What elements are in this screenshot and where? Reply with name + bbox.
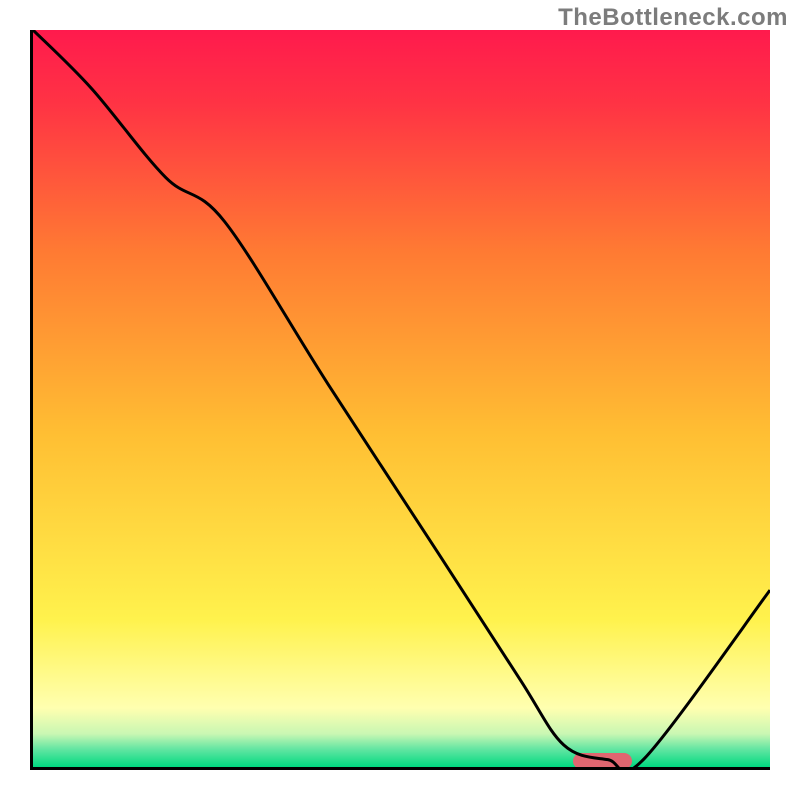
chart-container: TheBottleneck.com: [0, 0, 800, 800]
bottleneck-curve-path: [33, 30, 770, 767]
plot-area: [30, 30, 770, 770]
curve-layer: [33, 30, 770, 767]
watermark-text: TheBottleneck.com: [558, 4, 788, 32]
